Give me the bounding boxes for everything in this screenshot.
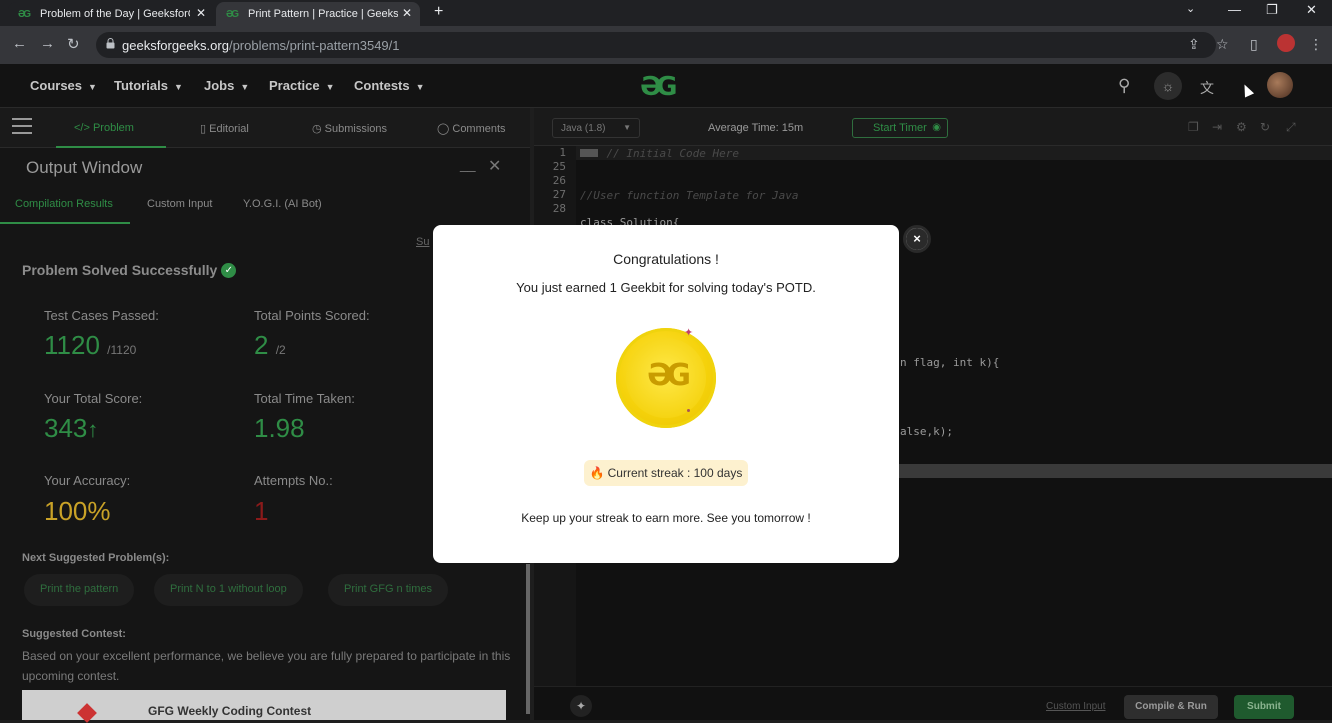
close-tab-icon[interactable]: ✕ bbox=[402, 6, 412, 20]
url-text: geeksforgeeks.org/problems/print-pattern… bbox=[122, 38, 400, 53]
chevron-down-icon: ▼ bbox=[415, 82, 425, 92]
coin-logo: ƏG bbox=[646, 358, 691, 393]
gfg-logo[interactable]: ƏG bbox=[640, 72, 678, 102]
url-bar[interactable]: geeksforgeeks.org/problems/print-pattern… bbox=[96, 32, 1216, 58]
url-host: geeksforgeeks.org bbox=[122, 38, 229, 53]
close-tab-icon[interactable]: ✕ bbox=[196, 6, 206, 20]
chevron-down-icon: ▼ bbox=[325, 82, 335, 92]
geekbit-coin-icon: ƏG bbox=[616, 328, 716, 428]
site-header: Courses ▼ Tutorials ▼ Jobs ▼ Practice ▼ Cont… bbox=[0, 64, 1332, 108]
menu-label: Tutorials bbox=[114, 78, 168, 93]
translate-icon[interactable]: 文 bbox=[1200, 78, 1214, 98]
window-close-icon[interactable]: ✕ bbox=[1306, 2, 1317, 18]
browser-tab-title: Print Pattern | Practice | Geeksfo bbox=[248, 8, 398, 20]
modal-close-button[interactable]: × bbox=[903, 225, 931, 253]
share-icon[interactable]: ⇪ bbox=[1188, 36, 1200, 53]
coin-face: ƏG bbox=[626, 338, 706, 418]
congratulations-modal: Congratulations ! You just earned 1 Geek… bbox=[433, 225, 899, 563]
chevron-down-icon: ▼ bbox=[240, 82, 250, 92]
menu-label: Contests bbox=[354, 78, 410, 93]
side-panel-icon[interactable]: ▯ bbox=[1250, 36, 1258, 53]
forward-icon[interactable]: → bbox=[40, 35, 55, 52]
back-icon[interactable]: ← bbox=[12, 35, 27, 52]
menu-practice[interactable]: Practice ▼ bbox=[269, 78, 335, 93]
chevron-down-icon: ▼ bbox=[173, 82, 183, 92]
new-tab-button[interactable]: + bbox=[434, 3, 443, 21]
menu-label: Practice bbox=[269, 78, 320, 93]
profile-avatar-icon[interactable] bbox=[1277, 34, 1295, 52]
menu-jobs[interactable]: Jobs ▼ bbox=[204, 78, 249, 93]
restore-icon[interactable]: ❐ bbox=[1266, 2, 1278, 18]
search-icon[interactable]: ⚲ bbox=[1118, 76, 1130, 96]
menu-label: Jobs bbox=[204, 78, 235, 93]
streak-text: Current streak : 100 days bbox=[607, 466, 743, 480]
streak-badge: 🔥 Current streak : 100 days bbox=[584, 460, 748, 486]
modal-footer-text: Keep up your streak to earn more. See yo… bbox=[521, 511, 811, 525]
minimize-icon[interactable]: — bbox=[1228, 2, 1241, 17]
modal-heading: Congratulations ! bbox=[613, 251, 719, 267]
menu-contests[interactable]: Contests ▼ bbox=[354, 78, 425, 93]
lock-icon bbox=[106, 38, 115, 49]
gfg-favicon-icon: ƏG bbox=[18, 9, 31, 20]
sparkle-dot bbox=[687, 409, 690, 412]
browser-tab-title: Problem of the Day | GeeksforGe bbox=[40, 8, 190, 20]
browser-menu-icon[interactable]: ⋮ bbox=[1309, 36, 1323, 53]
browser-toolbar: ← → ↻ geeksforgeeks.org/problems/print-p… bbox=[0, 26, 1332, 64]
fire-icon: 🔥 bbox=[589, 466, 605, 480]
bookmark-star-icon[interactable]: ☆ bbox=[1216, 36, 1229, 53]
modal-earned-text: You just earned 1 Geekbit for solving to… bbox=[516, 280, 816, 295]
user-avatar[interactable] bbox=[1267, 72, 1293, 98]
menu-label: Courses bbox=[30, 78, 83, 93]
browser-tab-potd[interactable]: ƏG Problem of the Day | GeeksforGe ✕ bbox=[8, 2, 214, 26]
url-path: /problems/print-pattern3549/1 bbox=[228, 38, 400, 53]
gfg-favicon-icon: ƏG bbox=[226, 9, 239, 20]
theme-toggle-icon[interactable]: ☼ bbox=[1154, 72, 1182, 100]
sparkle-icon: ✦ bbox=[684, 327, 694, 339]
tab-search-icon[interactable]: ⌄ bbox=[1186, 2, 1195, 15]
browser-tab-print-pattern[interactable]: ƏG Print Pattern | Practice | Geeksfo ✕ bbox=[216, 2, 420, 26]
browser-tab-bar: ƏG Problem of the Day | GeeksforGe ✕ ƏG … bbox=[0, 0, 1332, 26]
menu-tutorials[interactable]: Tutorials ▼ bbox=[114, 78, 183, 93]
chevron-down-icon: ▼ bbox=[88, 82, 97, 92]
close-icon: × bbox=[906, 228, 928, 250]
menu-courses[interactable]: Courses ▼ bbox=[30, 78, 97, 93]
reload-icon[interactable]: ↻ bbox=[67, 35, 80, 53]
